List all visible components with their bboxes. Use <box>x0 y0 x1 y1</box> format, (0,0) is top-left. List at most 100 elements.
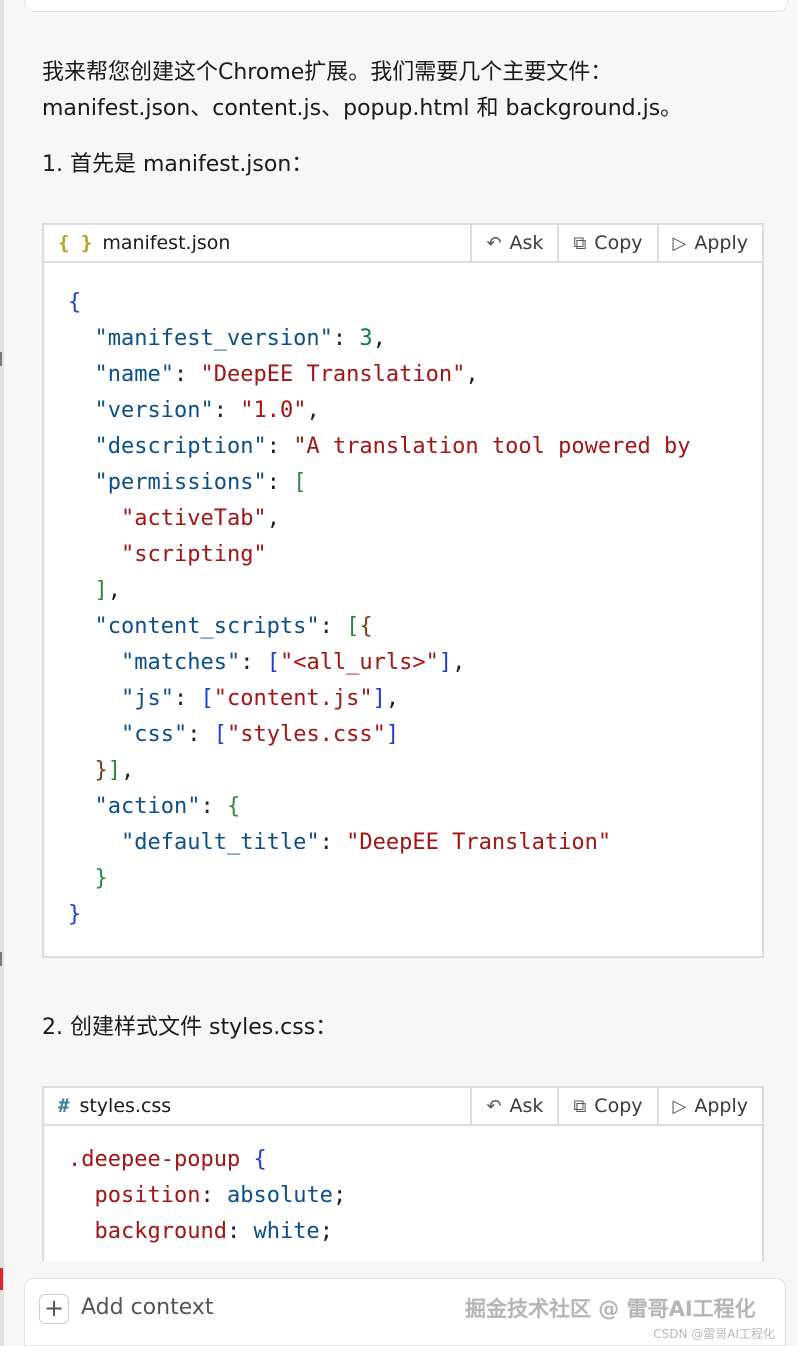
code-token: , <box>306 398 320 423</box>
intro-line-1: 我来帮您创建这个Chrome扩展。我们需要几个主要文件： <box>42 60 613 85</box>
code-token: "name" <box>94 362 174 387</box>
play-triangle-icon: ▷ <box>672 1095 687 1117</box>
code-token: : <box>266 470 294 495</box>
code-token: : <box>213 398 241 423</box>
code-line: "scripting" <box>68 537 740 573</box>
ask-label: Ask <box>509 1095 544 1117</box>
ask-button[interactable]: ↶ Ask <box>470 1088 557 1124</box>
apply-label: Apply <box>694 232 748 254</box>
code-token: ] <box>385 722 400 747</box>
code-token: .deepee-popup <box>68 1147 241 1172</box>
code-token: } <box>94 866 108 891</box>
gutter-marker <box>0 352 2 366</box>
code-token: : <box>240 650 267 675</box>
code-token: "manifest_version" <box>94 326 333 351</box>
code-line: .deepee-popup { <box>68 1142 740 1178</box>
code-token: } <box>94 758 108 783</box>
code-filename: styles.css <box>79 1095 172 1117</box>
code-line: } <box>68 897 740 933</box>
copy-icon: ⧉ <box>573 1095 587 1117</box>
code-token: background <box>94 1219 227 1244</box>
code-token: "<all_urls>" <box>279 650 439 675</box>
code-line: "name": "DeepEE Translation", <box>68 357 740 393</box>
code-line: "action": { <box>68 789 740 825</box>
code-content[interactable]: { "manifest_version": 3, "name": "DeepEE… <box>44 263 740 933</box>
copy-button[interactable]: ⧉ Copy <box>557 1088 656 1124</box>
code-token: "scripting" <box>120 542 267 567</box>
code-token: , <box>452 650 466 675</box>
code-token: [ <box>293 470 307 495</box>
code-content[interactable]: .deepee-popup { position: absolute; back… <box>44 1126 740 1250</box>
code-token: : <box>173 686 201 711</box>
code-token: "DeepEE Translation" <box>346 830 612 855</box>
code-token: "version" <box>94 398 214 423</box>
code-token: } <box>68 902 82 927</box>
code-token: [ <box>213 722 227 747</box>
code-line: "matches": ["<all_urls>"], <box>68 645 740 681</box>
code-token: { <box>68 290 82 315</box>
chat-panel: 我来帮您创建这个Chrome扩展。我们需要几个主要文件： manifest.js… <box>4 0 798 1346</box>
code-token: [ <box>200 686 214 711</box>
copy-label: Copy <box>594 232 643 254</box>
ask-button[interactable]: ↶ Ask <box>470 225 557 261</box>
copy-icon: ⧉ <box>573 232 587 254</box>
code-line: ], <box>68 573 740 609</box>
gutter-marker <box>0 952 2 966</box>
chat-input-bar[interactable]: + Add context 掘金技术社区 @ 雷哥AI工程化 CSDN @雷哥A… <box>24 1278 786 1346</box>
code-line: position: absolute; <box>68 1178 740 1214</box>
add-context-label[interactable]: Add context <box>81 1295 214 1320</box>
code-actions: ↶ Ask ⧉ Copy ▷ Apply <box>470 1088 762 1124</box>
hash-icon: # <box>58 1095 70 1117</box>
code-token: [ <box>346 614 360 639</box>
code-actions: ↶ Ask ⧉ Copy ▷ Apply <box>470 225 762 261</box>
apply-button[interactable]: ▷ Apply <box>656 1088 763 1124</box>
code-line: } <box>68 861 740 897</box>
code-token: : <box>173 362 201 387</box>
code-block-styles: # styles.css ↶ Ask ⧉ Copy ▷ Apply .deepe… <box>42 1086 764 1261</box>
code-line: "content_scripts": [{ <box>68 609 740 645</box>
add-context-plus-button[interactable]: + <box>39 1294 69 1324</box>
code-token: position <box>94 1183 201 1208</box>
code-token: : <box>187 722 214 747</box>
step-1-heading: 1. 首先是 manifest.json： <box>42 152 314 177</box>
code-line: "js": ["content.js"], <box>68 681 740 717</box>
watermark-text: 掘金技术社区 @ 雷哥AI工程化 <box>465 1297 756 1321</box>
code-token: , <box>107 578 121 603</box>
code-token: : <box>200 1183 227 1208</box>
copy-button[interactable]: ⧉ Copy <box>557 225 656 261</box>
apply-button[interactable]: ▷ Apply <box>656 225 763 261</box>
code-token: ] <box>94 578 108 603</box>
undo-arrow-icon: ↶ <box>486 232 502 254</box>
code-token: ; <box>332 1183 347 1208</box>
code-token: 3 <box>359 326 373 351</box>
code-line: "description": "A translation tool power… <box>68 429 740 465</box>
intro-line-2: manifest.json、content.js、popup.html 和 ba… <box>42 96 683 121</box>
code-token: , <box>266 506 280 531</box>
code-token: , <box>121 758 135 783</box>
gutter-highlight <box>0 1268 3 1290</box>
code-token: "1.0" <box>240 398 307 423</box>
code-token: "activeTab" <box>120 506 267 531</box>
code-line: { <box>68 285 740 321</box>
code-token: { <box>253 1147 267 1172</box>
code-token: : <box>200 794 227 819</box>
code-line: "activeTab", <box>68 501 740 537</box>
code-token: , <box>385 686 400 711</box>
code-filename: manifest.json <box>102 232 231 254</box>
code-line: background: white; <box>68 1214 740 1250</box>
code-token: { <box>226 794 241 819</box>
